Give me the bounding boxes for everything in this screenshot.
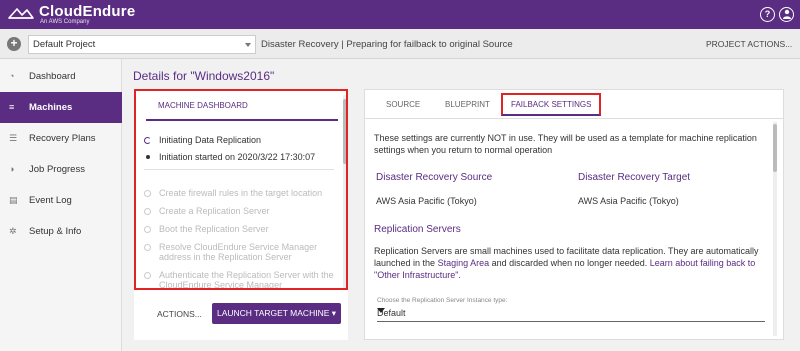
user-icon[interactable]	[779, 7, 794, 22]
instance-type-select[interactable]: Default	[377, 306, 765, 322]
instance-type-label: Choose the Replication Server Instance t…	[377, 297, 508, 304]
launch-target-machine-button[interactable]: LAUNCH TARGET MACHINE ▾	[212, 303, 341, 324]
tab-failback-settings[interactable]: FAILBACK SETTINGS	[501, 93, 602, 116]
tabs-divider	[365, 118, 783, 119]
caret-down-icon	[377, 308, 385, 313]
page-title: Details for "Windows2016"	[133, 69, 275, 83]
progress-icon: ◑	[9, 164, 15, 174]
gear-icon: ✲	[9, 226, 17, 236]
scrollbar-thumb[interactable]	[773, 124, 777, 172]
scrollbar[interactable]	[773, 122, 777, 336]
sidebar-item-label: Recovery Plans	[29, 133, 96, 144]
sidebar-item-job-progress[interactable]: ◑ Job Progress	[0, 154, 122, 185]
project-actions-button[interactable]: PROJECT ACTIONS...	[706, 39, 792, 49]
project-purpose: Disaster Recovery | Preparing for failba…	[261, 39, 513, 50]
cloudendure-logo-icon	[8, 8, 34, 19]
settings-tabs: SOURCE BLUEPRINT FAILBACK SETTINGS	[365, 90, 783, 119]
dr-source-heading: Disaster Recovery Source	[376, 172, 493, 183]
settings-notice: These settings are currently NOT in use.…	[374, 133, 757, 155]
spinner-icon	[144, 137, 151, 144]
dr-target-heading: Disaster Recovery Target	[578, 172, 691, 183]
brand-subtitle: An AWS Company	[40, 19, 90, 25]
dashboard-icon: ◔	[9, 71, 15, 81]
dr-target-value: AWS Asia Pacific (Tokyo)	[578, 196, 679, 206]
project-bar: + Default Project Disaster Recovery | Pr…	[0, 29, 800, 59]
staging-area-link[interactable]: Staging Area	[438, 258, 490, 268]
scrollbar[interactable]	[343, 95, 346, 288]
step-text: Boot the Replication Server	[159, 224, 269, 234]
document-icon: ▤	[9, 195, 18, 205]
sidebar-item-label: Event Log	[29, 195, 72, 206]
tab-label: MACHINE DASHBOARD	[158, 101, 248, 110]
sidebar-item-dashboard[interactable]: ◔ Dashboard	[0, 61, 122, 92]
tab-machine-dashboard[interactable]: MACHINE DASHBOARD	[146, 91, 338, 121]
brand-name: CloudEndure	[39, 3, 136, 20]
sidebar-item-event-log[interactable]: ▤ Event Log	[0, 185, 122, 216]
replication-servers-heading: Replication Servers	[374, 224, 461, 235]
tab-source[interactable]: SOURCE	[386, 100, 420, 109]
scrollbar-thumb[interactable]	[343, 99, 346, 164]
machine-dashboard-panel: MACHINE DASHBOARD Initiating Data Replic…	[134, 89, 348, 290]
sidebar-item-recovery-plans[interactable]: ☰ Recovery Plans	[0, 123, 122, 154]
step-text: Initiating Data Replication	[159, 135, 262, 145]
person-icon	[782, 9, 791, 19]
sidebar-item-machines[interactable]: ≡ Machines	[0, 92, 122, 123]
step-text: Authenticate the Replication Server with…	[159, 270, 334, 290]
project-select-value: Default Project	[33, 39, 96, 50]
step-text: Create firewall rules in the target loca…	[159, 188, 323, 198]
sidebar-item-label: Setup & Info	[29, 226, 82, 237]
sidebar-item-setup-info[interactable]: ✲ Setup & Info	[0, 216, 122, 247]
pending-circle-icon	[144, 190, 151, 197]
chevron-down-icon	[245, 43, 251, 47]
sidebar-item-label: Dashboard	[29, 71, 76, 82]
pending-circle-icon	[144, 208, 151, 215]
dr-source-value: AWS Asia Pacific (Tokyo)	[376, 196, 477, 206]
add-project-button[interactable]: +	[7, 37, 21, 51]
pending-circle-icon	[144, 244, 151, 251]
pending-circle-icon	[144, 272, 151, 279]
sidebar: ◔ Dashboard ≡ Machines ☰ Recovery Plans …	[0, 59, 122, 351]
actions-button[interactable]: ACTIONS...	[157, 309, 202, 319]
pending-circle-icon	[144, 226, 151, 233]
tab-blueprint[interactable]: BLUEPRINT	[445, 100, 490, 109]
replication-servers-description: Replication Servers are small machines u…	[374, 245, 772, 281]
sidebar-item-label: Machines	[29, 102, 73, 113]
description-text: and discarded when no longer needed.	[489, 258, 650, 268]
step-text: Initiation started on 2020/3/22 17:30:07	[159, 152, 316, 162]
help-icon[interactable]: ?	[760, 7, 775, 22]
top-bar: CloudEndure An AWS Company ?	[0, 0, 800, 29]
list-icon: ≡	[9, 102, 15, 112]
sidebar-item-label: Job Progress	[29, 164, 85, 175]
step-text: Create a Replication Server	[159, 206, 270, 216]
divider	[144, 169, 334, 170]
settings-panel: SOURCE BLUEPRINT FAILBACK SETTINGS These…	[364, 89, 784, 340]
plans-icon: ☰	[9, 133, 18, 143]
step-text: Resolve CloudEndure Service Manager addr…	[159, 242, 318, 262]
project-select[interactable]: Default Project	[28, 35, 256, 54]
bullet-icon	[146, 155, 150, 159]
